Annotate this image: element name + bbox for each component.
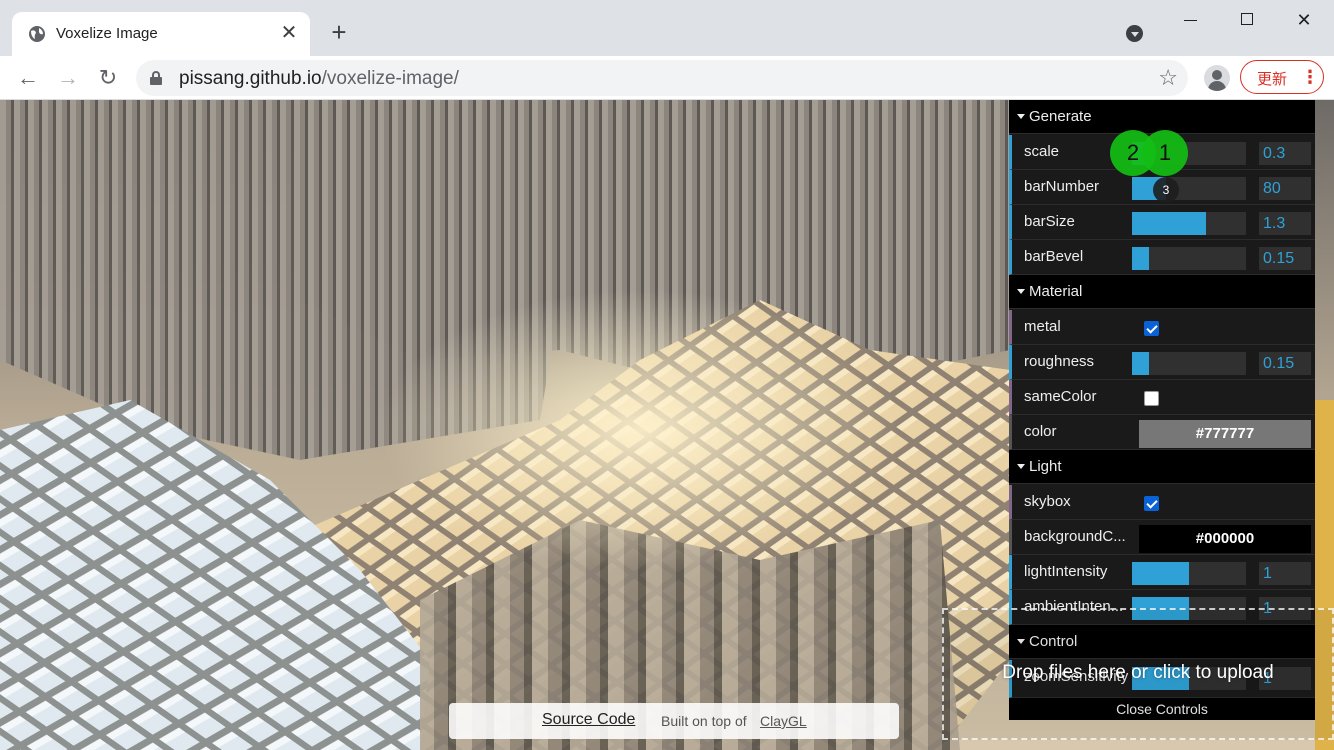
- folder-title: Light: [1029, 458, 1062, 475]
- source-code-link[interactable]: Source Code: [542, 711, 635, 729]
- forward-button[interactable]: →: [54, 64, 82, 92]
- control-label: barBevel: [1024, 248, 1084, 265]
- menu-dots-icon[interactable]: ⋮: [1301, 65, 1319, 89]
- control-lightintensity: lightIntensity 1: [1009, 555, 1315, 590]
- control-roughness: roughness 0.15: [1009, 345, 1315, 380]
- barnumber-slider[interactable]: [1132, 177, 1246, 200]
- control-samecolor: sameColor: [1009, 380, 1315, 415]
- roughness-slider[interactable]: [1132, 352, 1246, 375]
- control-label: sameColor: [1024, 388, 1097, 405]
- control-label: metal: [1024, 318, 1061, 335]
- lightintensity-input[interactable]: 1: [1259, 562, 1311, 585]
- folder-collapse-icon: [1017, 464, 1025, 469]
- tab-title: Voxelize Image: [56, 25, 158, 42]
- close-window-button[interactable]: ✕: [1289, 6, 1319, 34]
- control-barbevel: barBevel 0.15: [1009, 240, 1315, 275]
- marker-2: 2: [1110, 130, 1156, 176]
- marker-3: 3: [1153, 177, 1179, 203]
- control-label: color: [1024, 423, 1057, 440]
- control-metal: metal: [1009, 310, 1315, 345]
- control-skybox: skybox: [1009, 485, 1315, 520]
- lightintensity-slider[interactable]: [1132, 562, 1246, 585]
- control-label: barSize: [1024, 213, 1075, 230]
- folder-light[interactable]: Light: [1009, 450, 1315, 484]
- bookmark-star-icon[interactable]: ☆: [1158, 65, 1178, 91]
- tab-search-icon[interactable]: [1126, 25, 1143, 42]
- globe-icon: [29, 26, 45, 42]
- backgroundcolor-swatch-input[interactable]: #000000: [1139, 525, 1311, 553]
- maximize-button[interactable]: [1232, 6, 1262, 34]
- footer-bar: Source Code Built on top of ClayGL: [449, 703, 899, 739]
- folder-generate[interactable]: Generate: [1009, 100, 1315, 134]
- minimize-icon: [1184, 20, 1197, 21]
- control-label: backgroundC...: [1024, 528, 1126, 545]
- control-label: roughness: [1024, 353, 1095, 370]
- back-button[interactable]: ←: [14, 64, 42, 92]
- tab-voxelize-image[interactable]: Voxelize Image ✕: [12, 12, 310, 56]
- folder-material[interactable]: Material: [1009, 275, 1315, 309]
- barsize-slider[interactable]: [1132, 212, 1246, 235]
- page-viewport: Generate scale 0.3 barNumber 80 barSize …: [0, 100, 1334, 750]
- skybox-checkbox[interactable]: [1144, 496, 1159, 511]
- upload-dropzone[interactable]: Drop files here or click to upload: [942, 608, 1334, 740]
- control-label: skybox: [1024, 493, 1071, 510]
- color-swatch-input[interactable]: #777777: [1139, 420, 1311, 448]
- folder-collapse-icon: [1017, 289, 1025, 294]
- profile-avatar-icon[interactable]: [1204, 65, 1230, 91]
- claygl-link[interactable]: ClayGL: [760, 713, 807, 729]
- tab-strip: Voxelize Image ✕ + ✕: [0, 0, 1334, 56]
- folder-title: Material: [1029, 283, 1083, 300]
- reload-button[interactable]: ↻: [94, 64, 122, 92]
- metal-checkbox[interactable]: [1144, 321, 1159, 336]
- samecolor-checkbox[interactable]: [1144, 391, 1159, 406]
- new-tab-button[interactable]: +: [325, 18, 353, 46]
- roughness-input[interactable]: 0.15: [1259, 352, 1311, 375]
- barbevel-input[interactable]: 0.15: [1259, 247, 1311, 270]
- slider-fill: [1132, 247, 1150, 270]
- control-label: lightIntensity: [1024, 563, 1108, 580]
- slider-fill: [1132, 352, 1150, 375]
- barbevel-slider[interactable]: [1132, 247, 1246, 270]
- browser-toolbar: ← → ↻ pissang.github.io/voxelize-image/ …: [0, 56, 1334, 100]
- barsize-input[interactable]: 1.3: [1259, 212, 1311, 235]
- control-barsize: barSize 1.3: [1009, 205, 1315, 240]
- url-path: /voxelize-image/: [321, 68, 459, 89]
- maximize-icon: [1241, 13, 1253, 25]
- control-label: barNumber: [1024, 178, 1100, 195]
- address-bar[interactable]: pissang.github.io/voxelize-image/ ☆: [136, 60, 1188, 96]
- tab-close-icon[interactable]: ✕: [278, 22, 300, 44]
- url-text[interactable]: pissang.github.io/voxelize-image/: [179, 68, 459, 90]
- control-color: color #777777: [1009, 415, 1315, 450]
- update-label: 更新: [1257, 70, 1288, 88]
- update-button[interactable]: 更新 ⋮: [1240, 60, 1324, 94]
- scale-input[interactable]: 0.3: [1259, 142, 1311, 165]
- slider-fill: [1132, 212, 1207, 235]
- control-backgroundcolor: backgroundC... #000000: [1009, 520, 1315, 555]
- lock-icon: [150, 71, 162, 85]
- folder-title: Generate: [1029, 108, 1092, 125]
- built-on-text: Built on top of: [661, 713, 747, 729]
- upload-text: Drop files here or click to upload: [1002, 662, 1274, 683]
- slider-fill: [1132, 562, 1189, 585]
- url-host: pissang.github.io: [179, 68, 322, 89]
- folder-collapse-icon: [1017, 114, 1025, 119]
- minimize-button[interactable]: [1176, 6, 1206, 34]
- barnumber-input[interactable]: 80: [1259, 177, 1311, 200]
